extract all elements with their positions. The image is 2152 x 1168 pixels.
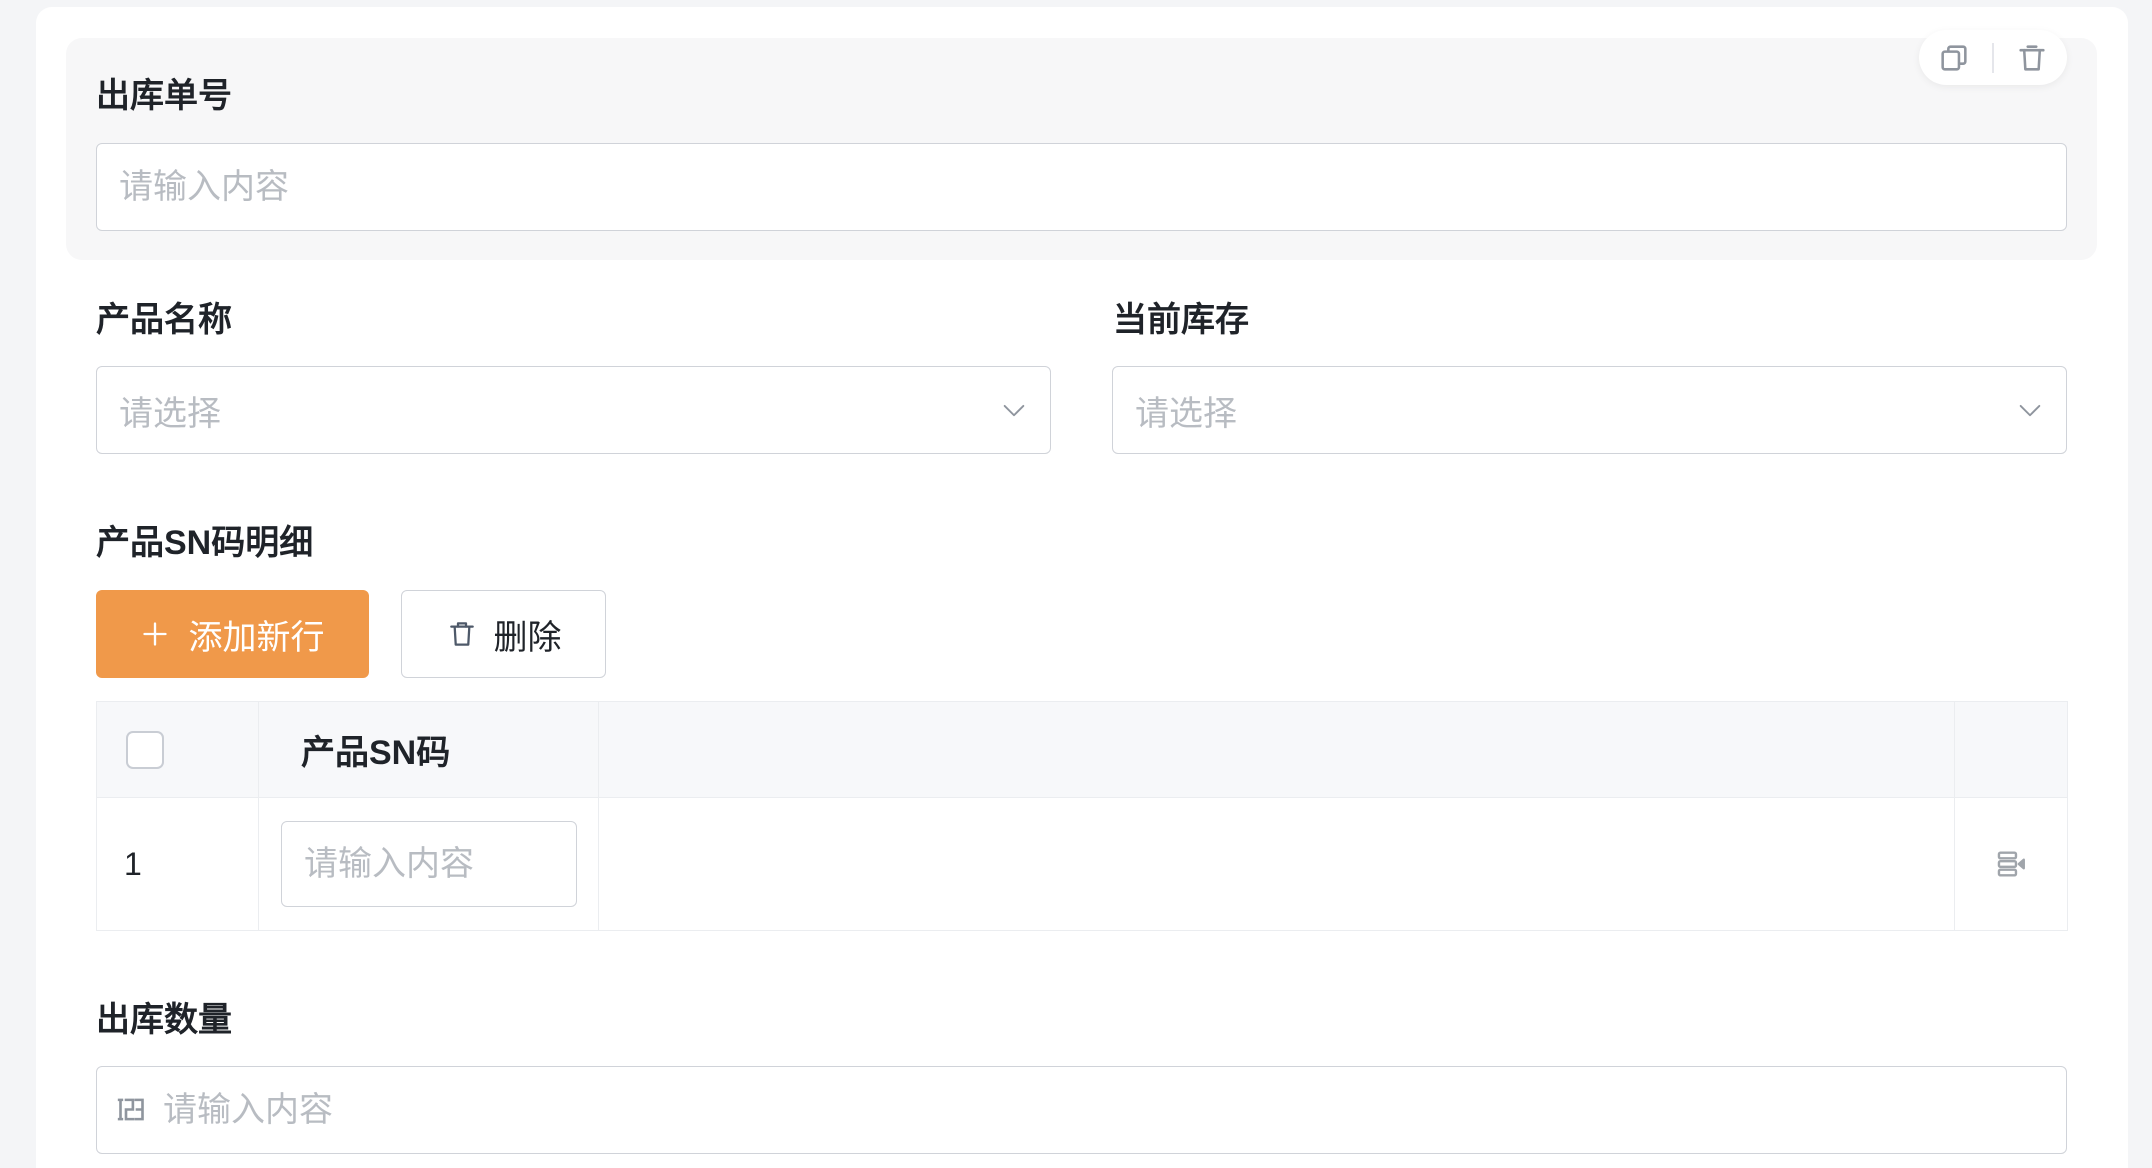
row-operation-icon[interactable] [1994, 847, 2028, 881]
select-all-checkbox[interactable] [126, 730, 164, 769]
current-stock-label: 当前库存 [1113, 301, 1249, 339]
order-no-label: 出库单号 [96, 77, 232, 115]
quantity-label: 出库数量 [96, 1001, 232, 1039]
current-stock-select[interactable]: 请选择 [1112, 366, 2067, 454]
quantity-field [96, 1066, 2067, 1154]
copy-icon[interactable] [1937, 41, 1971, 75]
row-actions-cell [1954, 797, 2068, 931]
chevron-down-icon [2016, 396, 2044, 424]
row-index: 1 [96, 797, 259, 931]
product-name-select-placeholder: 请选择 [119, 394, 221, 433]
sn-input[interactable] [281, 821, 577, 907]
order-no-input[interactable] [96, 143, 2067, 231]
table-row: 1 [96, 797, 2068, 931]
field-toolbar [1919, 30, 2067, 85]
current-stock-select-placeholder: 请选择 [1135, 394, 1237, 433]
delete-button[interactable]: 删除 [401, 590, 606, 678]
sn-table: 产品SN码 1 [96, 701, 2068, 931]
product-name-label: 产品名称 [96, 301, 232, 339]
number-input-icon [115, 1093, 148, 1126]
quantity-input[interactable] [96, 1066, 2067, 1154]
add-row-button[interactable]: 添加新行 [96, 590, 369, 678]
plus-icon [141, 620, 169, 648]
sn-detail-label: 产品SN码明细 [96, 524, 314, 562]
toolbar-divider [1992, 42, 1994, 73]
delete-button-label: 删除 [493, 618, 562, 657]
column-header-filler [598, 701, 1955, 798]
filler-cell [598, 797, 1955, 931]
table-header-row: 产品SN码 [96, 701, 2068, 798]
add-row-button-label: 添加新行 [188, 618, 325, 657]
trash-icon [446, 618, 478, 650]
product-name-select[interactable]: 请选择 [96, 366, 1051, 454]
trash-icon[interactable] [2015, 41, 2049, 75]
form-canvas: 出库单号 产品名称 请选择 [36, 7, 2128, 1168]
column-header-actions [1954, 701, 2068, 798]
select-all-cell [96, 701, 259, 798]
chevron-down-icon [1000, 396, 1028, 424]
field-block-order-no[interactable]: 出库单号 [66, 30, 2097, 260]
column-header-sn: 产品SN码 [258, 701, 599, 798]
sn-cell [258, 797, 599, 931]
